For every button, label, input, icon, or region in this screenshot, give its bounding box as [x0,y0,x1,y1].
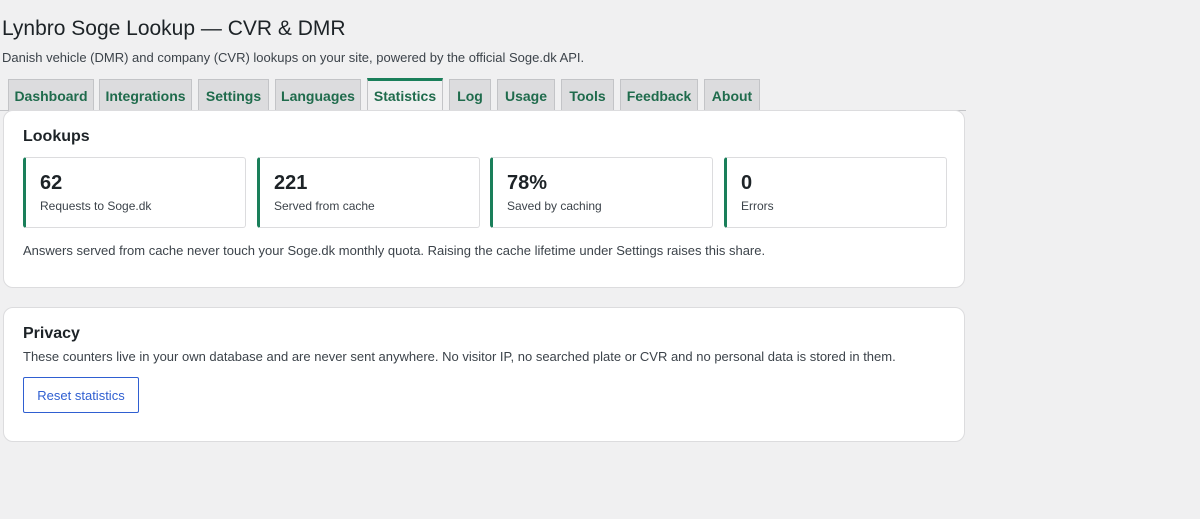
stat-cache: 221 Served from cache [257,157,480,228]
stat-label: Requests to Soge.dk [40,199,152,213]
stat-label: Errors [741,199,774,213]
tab-tools[interactable]: Tools [561,79,614,111]
tab-usage[interactable]: Usage [497,79,555,111]
tab-statistics[interactable]: Statistics [367,78,443,111]
stat-value: 221 [274,172,308,194]
lookups-card: Lookups 62 Requests to Soge.dk 221 Serve… [3,110,965,288]
page-title: Lynbro Soge Lookup — CVR & DMR [2,17,346,40]
stat-value: 0 [741,172,753,194]
stat-value: 78% [507,172,548,194]
cache-note: Answers served from cache never touch yo… [23,243,766,258]
stat-label: Served from cache [274,199,375,213]
privacy-text: These counters live in your own database… [23,349,896,364]
privacy-card: Privacy These counters live in your own … [3,307,965,442]
tab-about[interactable]: About [704,79,760,111]
reset-statistics-button[interactable]: Reset statistics [23,377,139,413]
tab-feedback[interactable]: Feedback [620,79,698,111]
tab-log[interactable]: Log [449,79,491,111]
privacy-title: Privacy [23,325,80,342]
stat-value: 62 [40,172,63,194]
tab-languages[interactable]: Languages [275,79,361,111]
page-subtitle: Danish vehicle (DMR) and company (CVR) l… [2,50,585,65]
tab-dashboard[interactable]: Dashboard [8,79,94,111]
tab-bar: Dashboard Integrations Settings Language… [0,78,966,111]
tab-settings[interactable]: Settings [198,79,269,111]
stat-requests: 62 Requests to Soge.dk [23,157,246,228]
stat-label: Saved by caching [507,199,602,213]
stat-saved: 78% Saved by caching [490,157,713,228]
lookups-title: Lookups [23,128,90,145]
tab-integrations[interactable]: Integrations [99,79,192,111]
stat-errors: 0 Errors [724,157,947,228]
